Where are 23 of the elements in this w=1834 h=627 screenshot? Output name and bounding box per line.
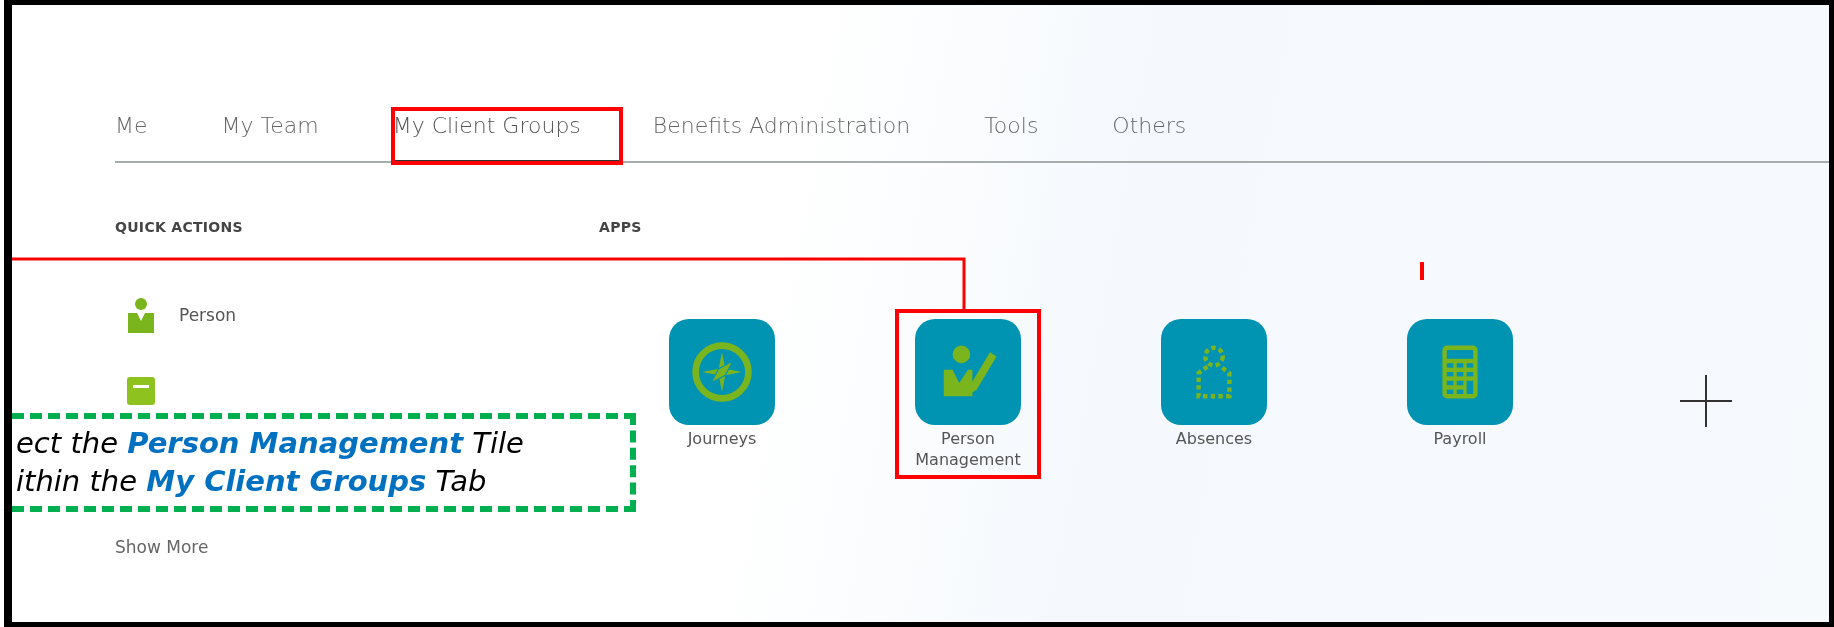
show-more-link[interactable]: Show More [115,537,605,557]
app-label: Journeys [687,429,757,450]
compass-icon [689,339,755,405]
section-heading: APPS [599,219,643,235]
nav-tab[interactable]: My Team [221,109,319,163]
add-icon[interactable] [1680,375,1732,427]
instruction-text: ithin the My Client Groups Tab [16,462,487,500]
app-tile[interactable] [669,319,775,425]
nav-tab[interactable]: Others [1112,109,1187,163]
app-label: Absences [1175,429,1253,450]
nav-tab[interactable]: Benefits Administration [652,109,911,163]
app-label: Person Management [914,429,1022,471]
nav-tab[interactable]: Me [115,109,148,163]
app-label: Payroll [1433,429,1487,450]
nav-tab[interactable]: My Client Groups [392,109,621,163]
quick-action-link[interactable]: Person [179,305,237,325]
app-tile[interactable] [915,319,1021,425]
app-tile[interactable] [1407,319,1513,425]
app-tile[interactable] [1161,319,1267,425]
marker-tick [1420,262,1424,280]
person-icon [127,297,155,333]
nav-tab[interactable]: Tools [984,109,1039,163]
instruction-text: ect the Person Management Tile [16,425,524,462]
